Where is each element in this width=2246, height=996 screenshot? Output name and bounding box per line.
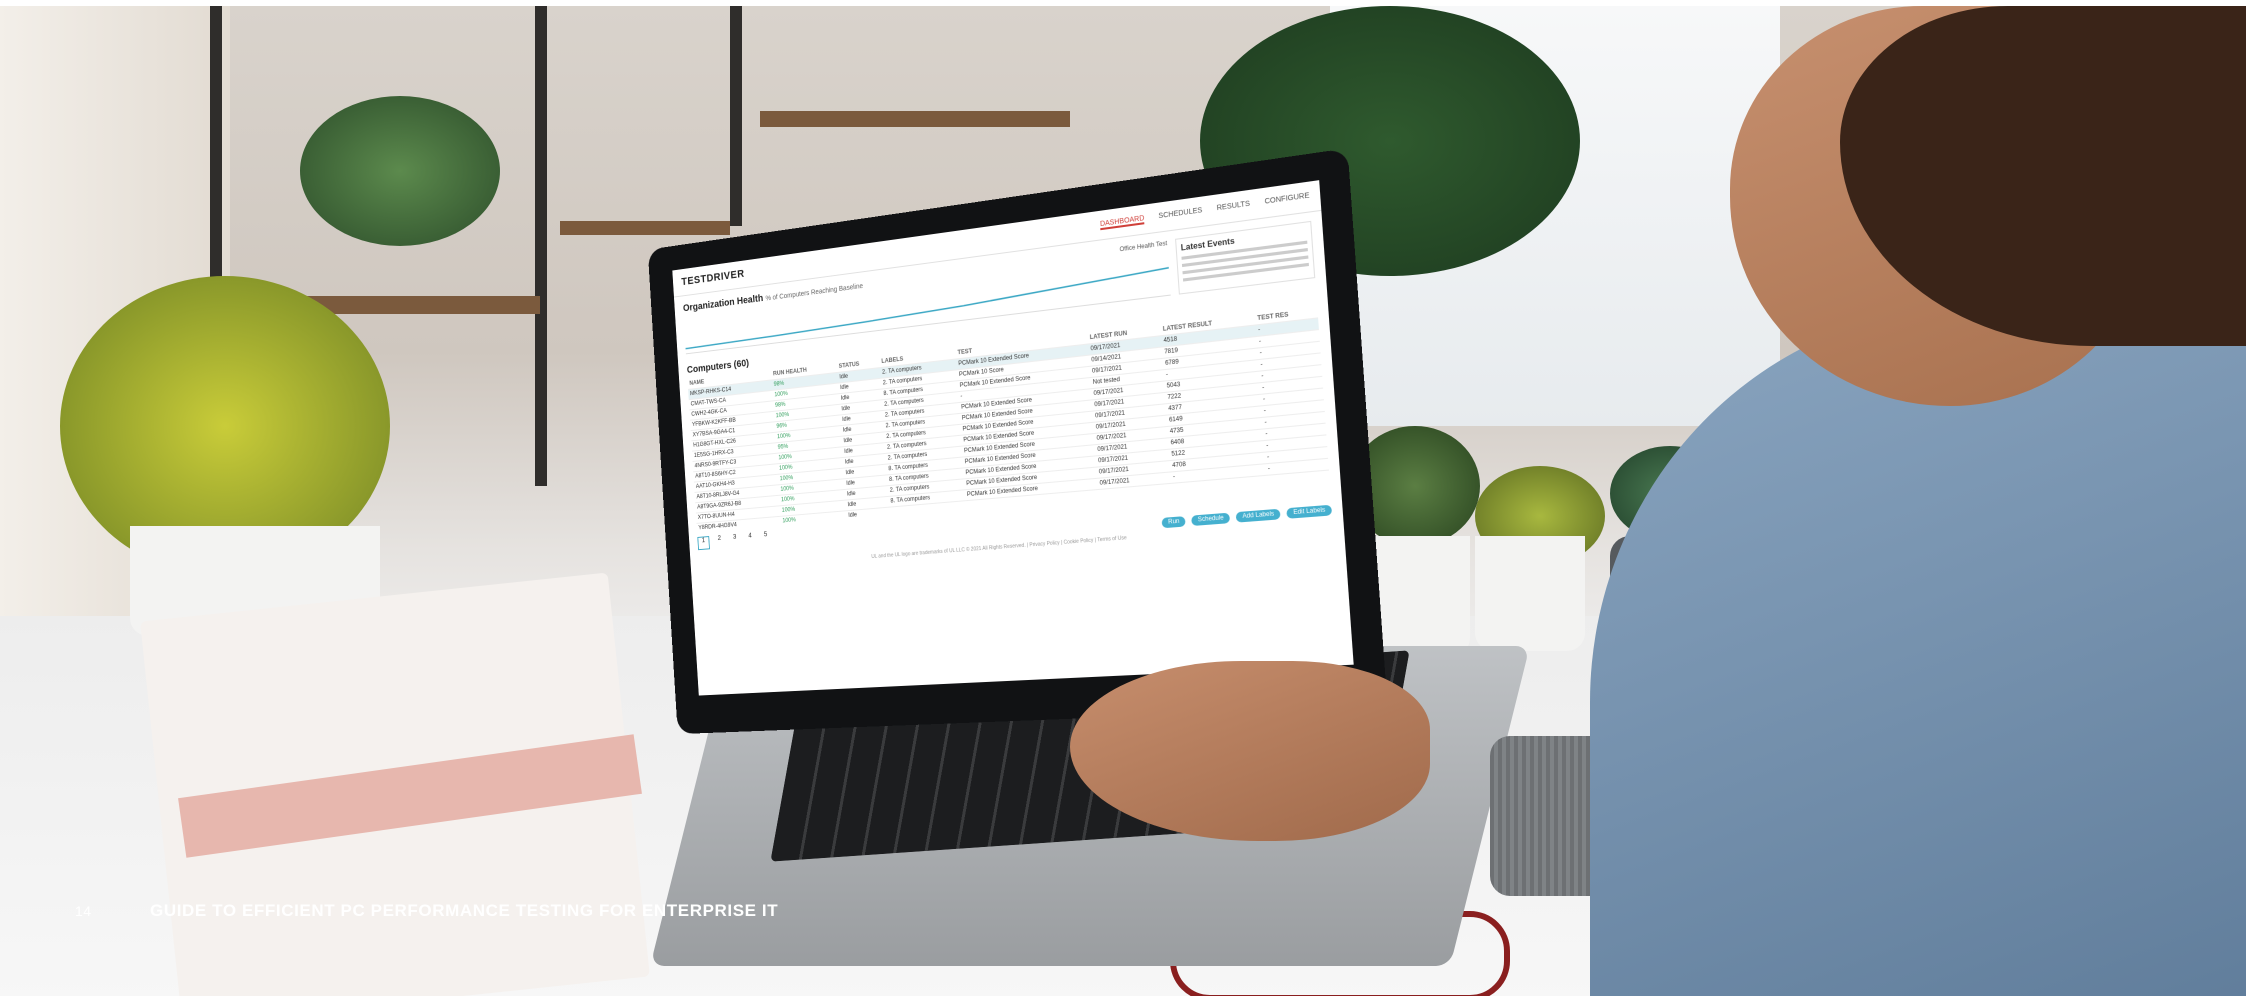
testdriver-app: TESTDRIVER DASHBOARD SCHEDULES RESULTS C…	[672, 180, 1354, 696]
page-1[interactable]: 1	[697, 536, 710, 551]
page-2[interactable]: 2	[714, 535, 725, 547]
page: TESTDRIVER DASHBOARD SCHEDULES RESULTS C…	[0, 0, 2246, 996]
laptop-screen: TESTDRIVER DASHBOARD SCHEDULES RESULTS C…	[647, 148, 1388, 735]
pot	[1475, 536, 1585, 651]
nav-dashboard[interactable]: DASHBOARD	[1099, 214, 1145, 230]
shelf-post	[730, 6, 742, 226]
schedule-button[interactable]: Schedule	[1191, 512, 1231, 526]
office-photo: TESTDRIVER DASHBOARD SCHEDULES RESULTS C…	[0, 6, 2246, 996]
edit-labels-button[interactable]: Edit Labels	[1286, 504, 1333, 519]
page-number: 14	[75, 903, 92, 919]
app-logo: TESTDRIVER	[681, 268, 745, 289]
guide-title: GUIDE TO EFFICIENT PC PERFORMANCE TESTIN…	[150, 901, 779, 920]
shelf-board	[560, 221, 730, 235]
shelf-post	[535, 6, 547, 486]
page-5[interactable]: 5	[760, 531, 771, 543]
nav-schedules[interactable]: SCHEDULES	[1158, 206, 1202, 221]
page-4[interactable]: 4	[745, 532, 756, 544]
table-cell: Idle	[846, 507, 890, 521]
plant	[300, 96, 500, 246]
shelf-board	[760, 111, 1070, 127]
nav-results[interactable]: RESULTS	[1216, 200, 1250, 214]
add-labels-button[interactable]: Add Labels	[1235, 508, 1281, 523]
nav-configure[interactable]: CONFIGURE	[1264, 192, 1309, 208]
run-button[interactable]: Run	[1161, 516, 1186, 529]
page-3[interactable]: 3	[729, 534, 740, 546]
latest-events-panel: Latest Events	[1175, 220, 1316, 295]
